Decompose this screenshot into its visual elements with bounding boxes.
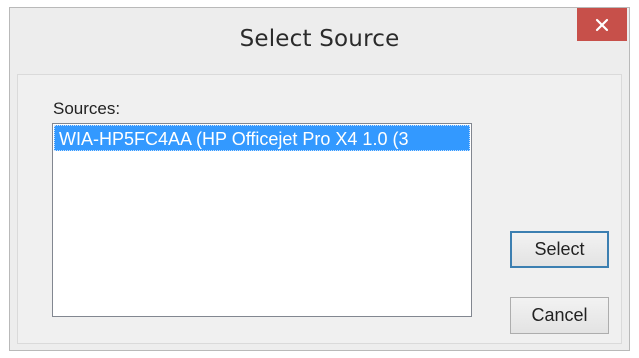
sources-label: Sources:	[53, 99, 121, 118]
dialog-title: Select Source	[239, 26, 400, 52]
title-bar[interactable]: Select Source	[10, 8, 629, 73]
select-source-dialog: Select Source Sources: WIA-HP5FC4AA (HP …	[9, 7, 630, 351]
select-button[interactable]: Select	[510, 231, 609, 268]
close-icon	[595, 18, 609, 32]
cancel-button[interactable]: Cancel	[510, 297, 609, 334]
close-button[interactable]	[577, 8, 627, 41]
source-list-item[interactable]: WIA-HP5FC4AA (HP Officejet Pro X4 1.0 (3	[54, 125, 470, 151]
dialog-body: Sources: WIA-HP5FC4AA (HP Officejet Pro …	[17, 74, 622, 344]
sources-listbox[interactable]: WIA-HP5FC4AA (HP Officejet Pro X4 1.0 (3	[52, 123, 472, 317]
